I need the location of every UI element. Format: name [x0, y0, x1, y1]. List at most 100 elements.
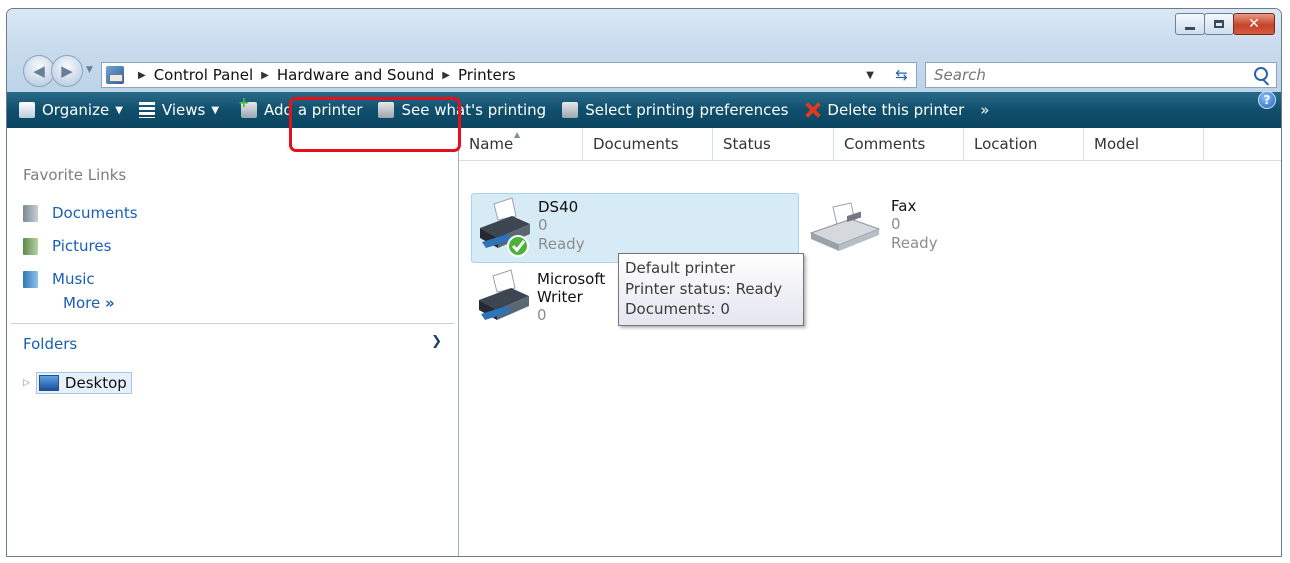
recent-pages-dropdown-icon[interactable]: ▼	[86, 65, 93, 75]
printer-documents: 0	[538, 216, 548, 234]
favorite-link-label: Documents	[52, 204, 138, 222]
minimize-button[interactable]	[1175, 13, 1205, 35]
forward-arrow-icon: ▶	[61, 62, 73, 80]
folders-toggle[interactable]: Folders	[23, 335, 77, 353]
search-input[interactable]	[932, 65, 1236, 85]
refresh-button[interactable]: ⇆	[887, 62, 917, 88]
caption-buttons: ✕	[1175, 13, 1275, 35]
printer-name-line1: Microsoft	[537, 270, 606, 288]
chevron-down-icon[interactable]: ▼	[211, 105, 219, 116]
more-links-button[interactable]: More »	[63, 294, 115, 312]
more-label: More	[63, 294, 101, 312]
refresh-icon: ⇆	[895, 66, 908, 84]
desktop-label: Desktop	[64, 374, 127, 392]
command-bar: Organize ▼ Views ▼ Add a printer See wha…	[7, 92, 1281, 128]
organize-label: Organize	[42, 101, 110, 119]
sort-ascending-icon: ▲	[514, 130, 521, 139]
printer-item-fax[interactable]: Fax 0 Ready	[807, 193, 1007, 261]
search-icon[interactable]	[1254, 67, 1268, 81]
organize-button[interactable]: Organize ▼	[7, 92, 131, 128]
expand-arrow-icon[interactable]: ▷	[23, 378, 30, 388]
back-arrow-icon: ◀	[33, 62, 45, 80]
column-header-documents[interactable]: Documents	[583, 128, 713, 160]
breadcrumb-hardware-and-sound[interactable]: Hardware and Sound	[277, 66, 434, 84]
favorite-link-documents[interactable]: Documents	[23, 204, 138, 222]
favorite-link-label: Pictures	[52, 237, 112, 255]
fax-icon	[807, 193, 881, 263]
maximize-button[interactable]	[1204, 13, 1234, 35]
column-header-label: Location	[974, 135, 1038, 153]
breadcrumb-separator-icon[interactable]: ▶	[261, 70, 269, 81]
close-icon: ✕	[1248, 16, 1260, 32]
column-header-comments[interactable]: Comments	[834, 128, 964, 160]
column-header-name[interactable]: ▲ Name	[459, 128, 583, 160]
column-header-model[interactable]: Model	[1084, 128, 1204, 160]
maximize-icon	[1214, 20, 1224, 28]
navigation-pane: Favorite Links Documents Pictures Music …	[7, 128, 459, 556]
address-bar[interactable]: ▶ Control Panel ▶ Hardware and Sound ▶ P…	[101, 62, 901, 88]
file-list: ▲ Name Documents Status Comments Locatio…	[459, 128, 1281, 556]
column-header-label: Status	[723, 135, 771, 153]
select-printing-preferences-button[interactable]: Select printing preferences	[554, 92, 796, 128]
delete-printer-label: Delete this printer	[827, 101, 965, 119]
add-printer-icon	[238, 95, 258, 118]
printer-documents: 0	[891, 215, 901, 233]
title-bar: ✕ ◀ ▶ ▼ ▶ Control Panel ▶ Hardware and S…	[7, 9, 1281, 92]
documents-icon	[23, 204, 38, 222]
tree-item-desktop[interactable]: ▷ Desktop	[23, 372, 132, 394]
favorite-link-pictures[interactable]: Pictures	[23, 237, 111, 255]
see-whats-printing-label: See what's printing	[401, 101, 547, 119]
minimize-icon	[1185, 26, 1195, 30]
help-icon[interactable]: ?	[1258, 91, 1276, 109]
printer-name-line2: Writer	[537, 288, 583, 306]
address-dropdown-icon[interactable]: ▼	[866, 70, 874, 81]
music-icon	[23, 270, 38, 288]
tooltip-line: Printer status: Ready	[625, 280, 783, 298]
column-header-location[interactable]: Location	[964, 128, 1084, 160]
printer-icon	[472, 194, 538, 264]
printer-tooltip: Default printer Printer status: Ready Do…	[618, 253, 804, 326]
add-printer-label: Add a printer	[264, 101, 363, 119]
breadcrumb-separator-icon[interactable]: ▶	[442, 70, 450, 81]
tooltip-line: Default printer	[625, 259, 736, 277]
printers-folder-icon	[106, 66, 124, 84]
add-printer-button[interactable]: Add a printer	[227, 92, 370, 128]
column-header-label: Name	[469, 135, 514, 153]
delete-printer-button[interactable]: Delete this printer	[796, 92, 972, 128]
delete-icon	[804, 102, 820, 118]
views-button[interactable]: Views ▼	[131, 92, 227, 128]
more-commands-button[interactable]: »	[972, 92, 997, 128]
close-button[interactable]: ✕	[1233, 13, 1275, 35]
tooltip-line: Documents: 0	[625, 300, 730, 318]
pane-divider	[11, 323, 454, 324]
tree-item-desktop-label[interactable]: Desktop	[35, 372, 132, 394]
favorite-links-heading: Favorite Links	[23, 166, 127, 184]
select-printing-preferences-label: Select printing preferences	[585, 101, 789, 119]
desktop-icon	[38, 375, 59, 391]
favorite-link-music[interactable]: Music	[23, 270, 95, 288]
views-label: Views	[161, 101, 206, 119]
breadcrumb-separator-icon[interactable]: ▶	[138, 70, 146, 81]
chevron-down-icon: ▼	[115, 104, 123, 116]
column-header-status[interactable]: Status	[713, 128, 834, 160]
printer-name: Fax	[891, 197, 917, 215]
column-header-label: Comments	[844, 135, 926, 153]
printer-status: Ready	[891, 234, 938, 252]
printer-name: DS40	[538, 198, 579, 216]
printing-preferences-icon	[562, 102, 579, 118]
search-box	[925, 62, 1277, 88]
print-queue-icon	[378, 102, 395, 118]
views-icon	[138, 102, 155, 118]
column-header-label: Model	[1094, 135, 1140, 153]
column-header-label: Documents	[593, 135, 679, 153]
see-whats-printing-button[interactable]: See what's printing	[370, 92, 554, 128]
breadcrumb-printers[interactable]: Printers	[458, 66, 516, 84]
forward-button[interactable]: ▶	[51, 55, 83, 87]
printer-documents: 0	[537, 306, 547, 324]
column-headers: ▲ Name Documents Status Comments Locatio…	[459, 128, 1281, 161]
printer-icon	[471, 266, 537, 336]
breadcrumb-control-panel[interactable]: Control Panel	[154, 66, 253, 84]
printer-status: Ready	[538, 235, 585, 253]
organize-icon	[19, 102, 35, 118]
chevron-down-icon[interactable]: ❯	[431, 334, 442, 349]
